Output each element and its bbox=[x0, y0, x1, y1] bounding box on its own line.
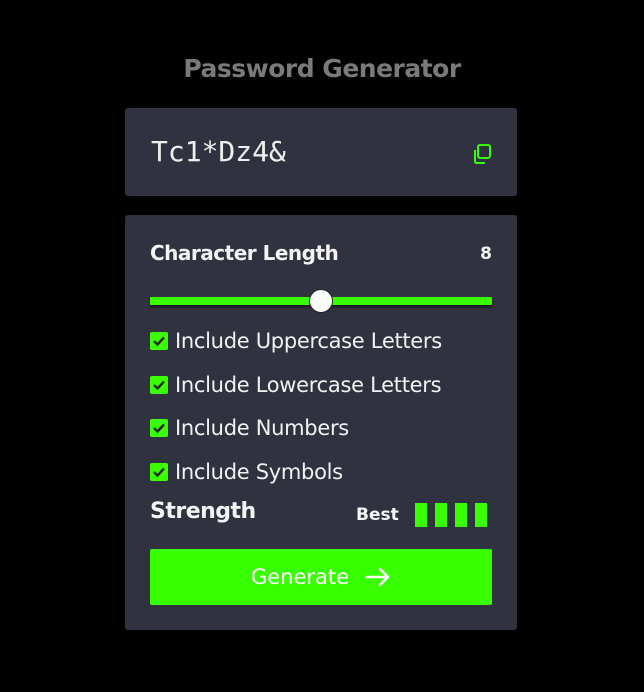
copy-icon[interactable] bbox=[471, 143, 493, 165]
password-generator-page: Password Generator Tc1*Dz4& Character Le… bbox=[0, 0, 644, 692]
strength-label: Strength bbox=[150, 499, 256, 524]
strength-bar bbox=[455, 503, 467, 527]
strength-bar bbox=[435, 503, 447, 527]
arrow-right-icon bbox=[365, 567, 390, 587]
page-title: Password Generator bbox=[183, 54, 461, 83]
strength-bar bbox=[475, 503, 487, 527]
check-icon bbox=[153, 380, 165, 391]
lowercase-checkbox[interactable] bbox=[150, 376, 168, 394]
generate-label: Generate bbox=[250, 565, 350, 589]
uppercase-checkbox[interactable] bbox=[150, 332, 168, 350]
password-output-card: Tc1*Dz4& bbox=[125, 108, 517, 196]
strength-bar bbox=[415, 503, 427, 527]
generate-button[interactable]: Generate bbox=[150, 549, 492, 605]
character-length-value: 8 bbox=[480, 244, 492, 264]
character-length-label: Character Length bbox=[150, 241, 339, 265]
option-uppercase[interactable]: Include Uppercase Letters bbox=[150, 328, 442, 354]
check-icon bbox=[153, 467, 165, 478]
generated-password: Tc1*Dz4& bbox=[151, 135, 286, 168]
option-symbols[interactable]: Include Symbols bbox=[150, 459, 343, 485]
character-length-slider[interactable] bbox=[150, 289, 492, 313]
symbols-checkbox[interactable] bbox=[150, 463, 168, 481]
check-icon bbox=[153, 336, 165, 347]
settings-card: Character Length 8 Include Uppercase Let… bbox=[125, 215, 517, 630]
lowercase-label: Include Lowercase Letters bbox=[175, 373, 442, 397]
option-lowercase[interactable]: Include Lowercase Letters bbox=[150, 372, 442, 398]
slider-thumb[interactable] bbox=[309, 289, 333, 313]
strength-meter bbox=[415, 503, 495, 527]
numbers-checkbox[interactable] bbox=[150, 419, 168, 437]
symbols-label: Include Symbols bbox=[175, 460, 343, 484]
uppercase-label: Include Uppercase Letters bbox=[175, 329, 442, 353]
numbers-label: Include Numbers bbox=[175, 416, 349, 440]
option-numbers[interactable]: Include Numbers bbox=[150, 415, 349, 441]
strength-value: Best bbox=[356, 505, 399, 525]
check-icon bbox=[153, 423, 165, 434]
